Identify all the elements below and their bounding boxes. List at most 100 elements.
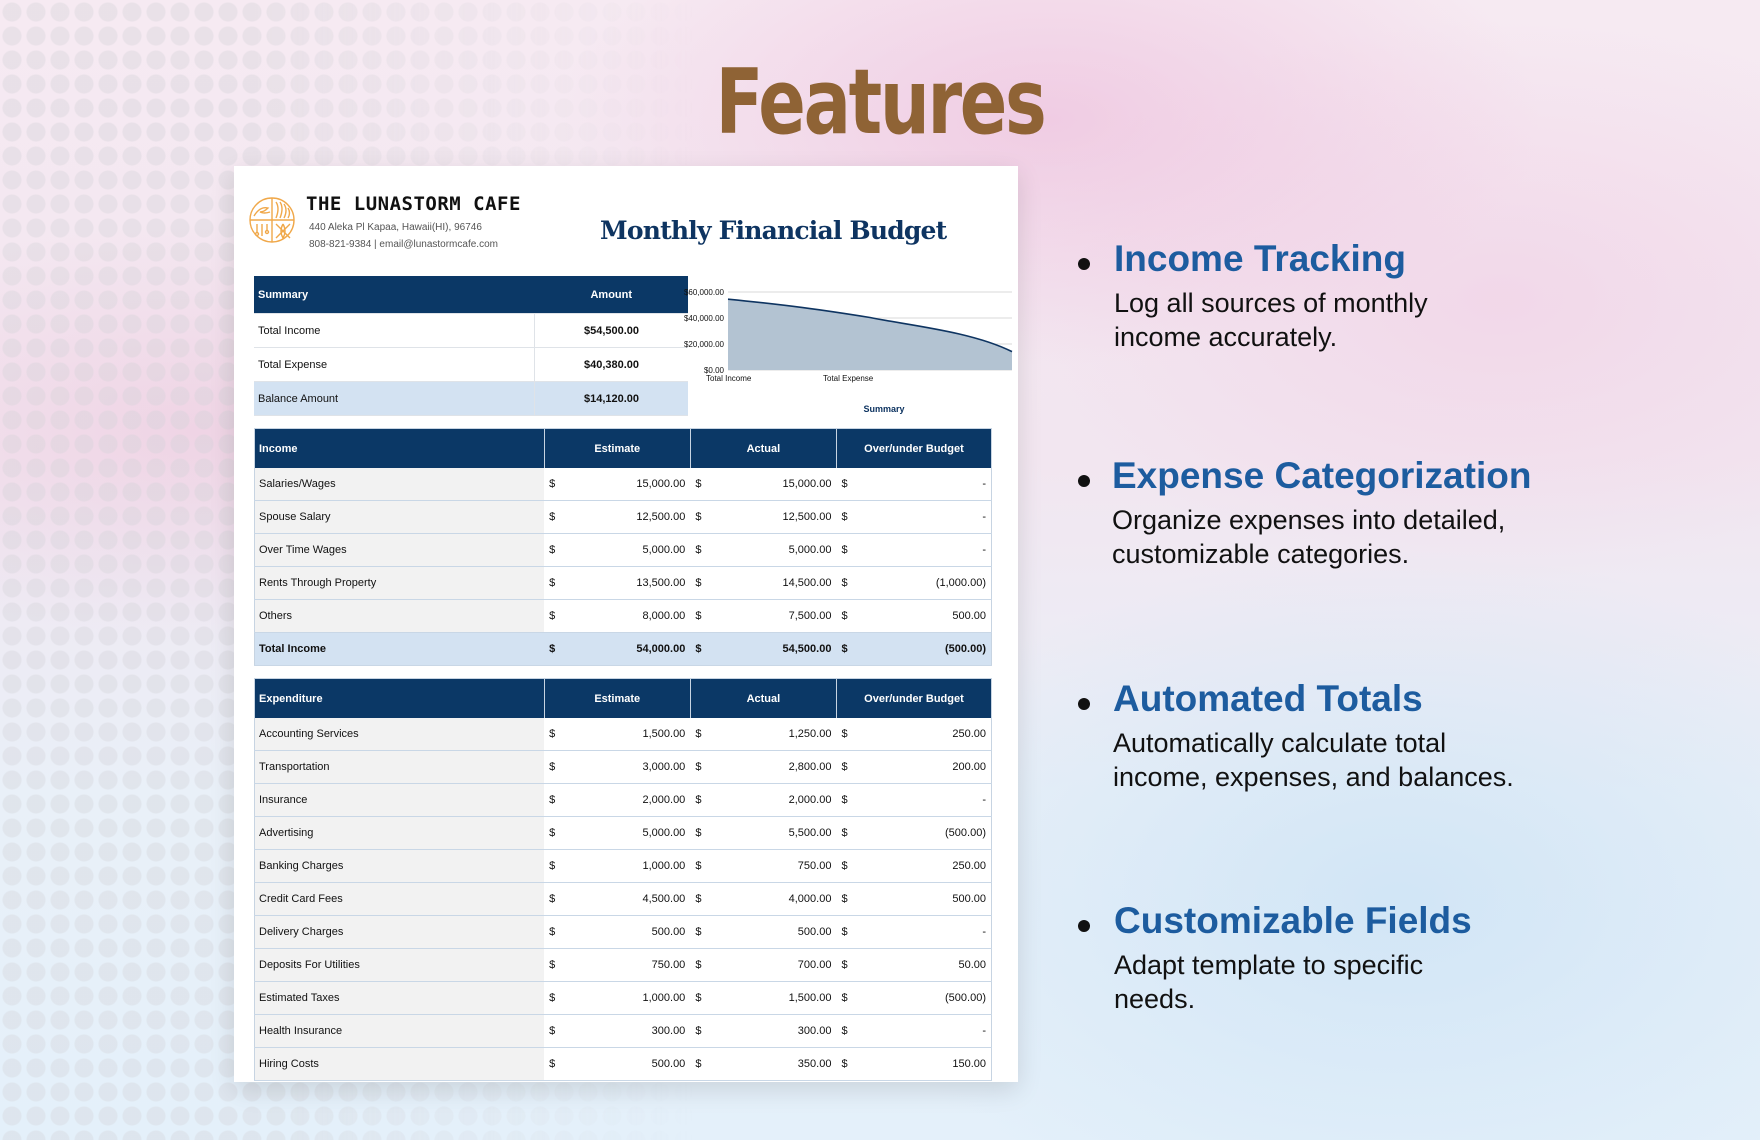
over-under-value: - xyxy=(857,533,992,567)
estimate-value: 3,000.00 xyxy=(565,750,691,784)
currency-symbol: $ xyxy=(544,632,566,666)
currency-symbol: $ xyxy=(544,500,566,534)
actual-value: 2,000.00 xyxy=(711,783,837,817)
y-tick-label: $60,000.00 xyxy=(684,288,725,297)
total-row: Total Income $54,000.00 $54,500.00 $ (500.00… xyxy=(254,632,992,666)
document-title: Monthly Financial Budget xyxy=(600,216,947,245)
page-title: Features xyxy=(715,50,1047,155)
estimate-value: 5,000.00 xyxy=(565,533,691,567)
estimate-value: 5,000.00 xyxy=(565,816,691,850)
currency-symbol: $ xyxy=(544,750,566,784)
row-name: Accounting Services xyxy=(254,718,545,751)
actual-value: 1,250.00 xyxy=(711,718,837,751)
summary-amount: $14,120.00 xyxy=(534,381,688,416)
estimate-header: Estimate xyxy=(544,678,691,718)
summary-area-chart: $0.00$20,000.00$40,000.00$60,000.00Total… xyxy=(684,288,1013,414)
currency-symbol: $ xyxy=(836,783,858,817)
bullet-icon xyxy=(1078,475,1090,487)
summary-header: Summary xyxy=(254,276,535,314)
summary-label: Total Income xyxy=(254,313,535,348)
over-under-value: - xyxy=(857,468,992,501)
estimate-value: 500.00 xyxy=(565,915,691,949)
row-name: Spouse Salary xyxy=(254,500,545,534)
summary-amount: $54,500.00 xyxy=(534,313,688,348)
actual-value: 4,000.00 xyxy=(711,882,837,916)
feature-description: Adapt template to specific needs. xyxy=(1114,950,1424,1014)
currency-symbol: $ xyxy=(690,533,712,567)
estimate-value: 1,000.00 xyxy=(565,849,691,883)
currency-symbol: $ xyxy=(690,816,712,850)
table-row: Delivery Charges $500.00 $500.00 $ - xyxy=(254,915,992,949)
currency-symbol: $ xyxy=(836,718,858,751)
over-under-value: (500.00) xyxy=(857,981,992,1015)
bullet-icon xyxy=(1078,258,1090,270)
summary-amount: $40,380.00 xyxy=(534,347,688,382)
currency-symbol: $ xyxy=(544,718,566,751)
row-name: Hiring Costs xyxy=(254,1047,545,1081)
table-row: Credit Card Fees $4,500.00 $4,000.00 $500.0… xyxy=(254,882,992,916)
currency-symbol: $ xyxy=(836,981,858,1015)
table-row: Rents Through Property $13,500.00 $14,500.… xyxy=(254,566,992,600)
currency-symbol: $ xyxy=(690,599,712,633)
table-row: Hiring Costs $500.00 $350.00 $150.00 xyxy=(254,1047,992,1081)
row-name: Estimated Taxes xyxy=(254,981,545,1015)
x-tick-label: Total Expense xyxy=(823,374,874,383)
currency-symbol: $ xyxy=(836,915,858,949)
over-under-value: - xyxy=(857,500,992,534)
estimate-value: 750.00 xyxy=(565,948,691,982)
table-row: Advertising $5,000.00 $5,500.00 $ (500.00) xyxy=(254,816,992,850)
feature-description: Log all sources of monthly income accura… xyxy=(1114,288,1428,352)
estimate-value: 1,500.00 xyxy=(565,718,691,751)
company-contact: 808-821-9384 | email@lunastormcafe.com xyxy=(309,239,498,250)
row-name: Credit Card Fees xyxy=(254,882,545,916)
currency-symbol: $ xyxy=(690,1047,712,1081)
currency-symbol: $ xyxy=(544,915,566,949)
row-name: Salaries/Wages xyxy=(254,468,545,501)
currency-symbol: $ xyxy=(690,750,712,784)
income-header-row: Income Estimate Actual Over/under Budget xyxy=(254,428,993,468)
over-under-value: - xyxy=(857,783,992,817)
feature-title: Income Tracking xyxy=(1114,238,1406,279)
over-under-value: 500.00 xyxy=(857,882,992,916)
over-under-value: (500.00) xyxy=(857,632,992,666)
currency-symbol: $ xyxy=(544,849,566,883)
table-row: Spouse Salary $12,500.00 $12,500.00 $ - xyxy=(254,500,992,534)
feature-description: Automatically calculate total income, ex… xyxy=(1113,728,1514,792)
row-name: Transportation xyxy=(254,750,545,784)
table-row: Over Time Wages $5,000.00 $5,000.00 $ - xyxy=(254,533,992,567)
currency-symbol: $ xyxy=(690,849,712,883)
currency-symbol: $ xyxy=(836,632,858,666)
actual-value: 5,000.00 xyxy=(711,533,837,567)
currency-symbol: $ xyxy=(836,533,858,567)
estimate-value: 54,000.00 xyxy=(565,632,691,666)
expenditure-header: Expenditure xyxy=(254,678,545,718)
currency-symbol: $ xyxy=(690,566,712,600)
currency-symbol: $ xyxy=(836,948,858,982)
actual-value: 350.00 xyxy=(711,1047,837,1081)
income-table: Income Estimate Actual Over/under Budget… xyxy=(254,428,993,666)
currency-symbol: $ xyxy=(544,981,566,1015)
row-name: Over Time Wages xyxy=(254,533,545,567)
row-name: Total Income xyxy=(254,632,545,666)
feature-description: Organize expenses into detailed, customi… xyxy=(1112,505,1506,569)
estimate-value: 15,000.00 xyxy=(565,468,691,501)
over-under-value: (500.00) xyxy=(857,816,992,850)
currency-symbol: $ xyxy=(690,915,712,949)
currency-symbol: $ xyxy=(544,533,566,567)
company-name: THE LUNASTORM CAFE xyxy=(306,193,521,215)
estimate-value: 300.00 xyxy=(565,1014,691,1048)
table-row: Accounting Services $1,500.00 $1,250.00 $25… xyxy=(254,718,992,751)
currency-symbol: $ xyxy=(690,632,712,666)
expenditure-table: Expenditure Estimate Actual Over/under B… xyxy=(254,678,993,1081)
estimate-value: 4,500.00 xyxy=(565,882,691,916)
chart-title: Summary xyxy=(863,404,904,414)
y-tick-label: $40,000.00 xyxy=(684,314,725,323)
row-name: Banking Charges xyxy=(254,849,545,883)
currency-symbol: $ xyxy=(836,816,858,850)
estimate-value: 13,500.00 xyxy=(565,566,691,600)
income-header: Income xyxy=(254,428,545,468)
table-row: Others $8,000.00 $7,500.00 $500.00 xyxy=(254,599,992,633)
actual-value: 5,500.00 xyxy=(711,816,837,850)
actual-value: 12,500.00 xyxy=(711,500,837,534)
actual-value: 2,800.00 xyxy=(711,750,837,784)
